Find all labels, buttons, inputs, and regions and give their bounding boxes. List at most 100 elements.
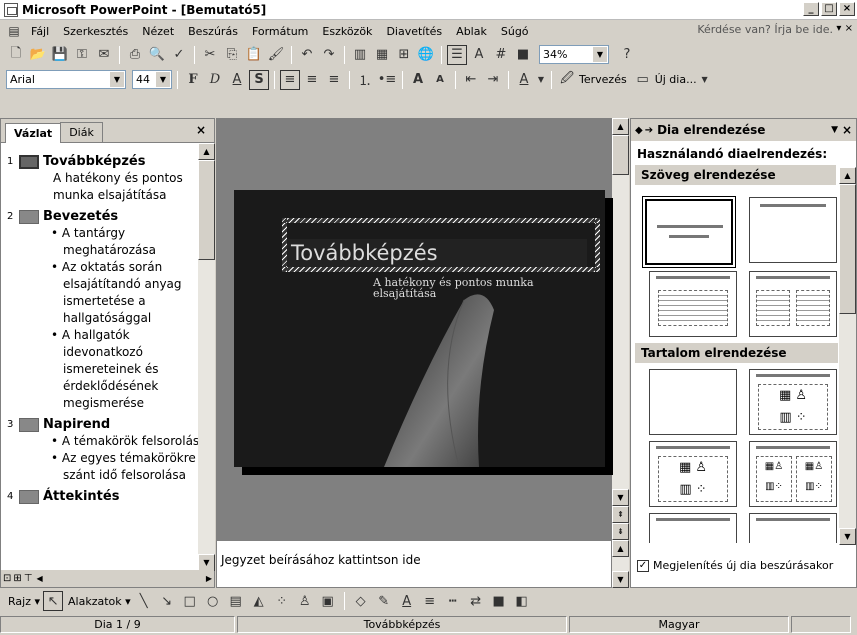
expand-all-icon[interactable]: ☰ [447,44,467,65]
email-icon[interactable]: ✉ [94,45,114,65]
next-slide-icon[interactable]: ⇟ [612,523,629,540]
forward-icon[interactable]: ➔ [645,125,653,136]
title-placeholder-frame[interactable]: Továbbképzés [282,218,600,272]
task-pane-scrollbar[interactable]: ▲ ▼ [839,167,856,545]
scroll-right-icon[interactable]: ▶ [206,574,212,583]
print-icon[interactable]: ⎙ [125,45,145,65]
align-right-icon[interactable]: ≡ [324,70,344,90]
outline-content[interactable]: 1 Továbbképzés A hatékony és pontos munk… [1,143,214,563]
help-icon[interactable]: ? [617,45,637,65]
new-slide-icon[interactable]: ▭ [633,70,653,90]
powerpoint-app-icon[interactable] [4,2,18,17]
color-grayscale-icon[interactable]: ■ [513,45,533,65]
autoshapes-menu-button[interactable]: Alakzatok ▾ [68,595,131,608]
slide-title-text[interactable]: Továbbképzés [287,239,587,267]
save-icon[interactable]: 💾 [50,45,70,65]
close-icon[interactable]: × [842,123,852,137]
scroll-left-icon[interactable]: ◀ [37,574,43,583]
layout-title-slide[interactable] [642,196,736,268]
redo-icon[interactable]: ↷ [319,45,339,65]
scroll-down-icon[interactable]: ▼ [612,571,629,588]
decrease-indent-icon[interactable]: ⇤ [461,70,481,90]
underline-icon[interactable]: A [227,70,247,90]
show-on-insert-option[interactable]: ✓ Megjelenítés új dia beszúrásakor [637,559,833,572]
arrow-style-icon[interactable]: ⇄ [466,591,486,611]
cut-icon[interactable]: ✂ [200,45,220,65]
3d-style-icon[interactable]: ◧ [512,591,532,611]
menu-format[interactable]: Formátum [245,25,315,38]
open-icon[interactable]: 📂 [28,45,48,65]
wordart-icon[interactable]: ◭ [249,591,269,611]
font-color-icon[interactable]: A [514,70,534,90]
checkbox-checked-icon[interactable]: ✓ [637,559,649,572]
textbox-icon[interactable]: ▤ [226,591,246,611]
slide-thumbnail-icon[interactable] [19,154,39,169]
layout-title-two-column-text[interactable] [749,271,837,337]
font-combo[interactable]: Arial ▼ [6,70,126,89]
tables-borders-icon[interactable]: ⊞ [394,45,414,65]
diagram-icon[interactable]: ⁘ [272,591,292,611]
slide[interactable]: Továbbképzés A hatékony és pontos munka … [234,190,605,467]
slide-subtitle-text[interactable]: A hatékony és pontos munka elsajátítása [373,277,573,299]
paste-icon[interactable]: 📋 [244,45,264,65]
layout-title-text[interactable] [649,271,737,337]
increase-font-icon[interactable]: A [408,70,428,90]
menu-window[interactable]: Ablak [449,25,494,38]
hyperlink-icon[interactable]: 🌐 [416,45,436,65]
outline-scrollbar[interactable]: ▲ ▼ [198,143,215,571]
scroll-down-icon[interactable]: ▼ [612,489,629,506]
increase-indent-icon[interactable]: ⇥ [483,70,503,90]
scroll-up-icon[interactable]: ▲ [839,167,856,184]
layout-title-content[interactable]: ▦ ♙ ▥ ⁘ [649,441,737,507]
scroll-up-icon[interactable]: ▲ [612,540,629,557]
chevron-down-icon[interactable]: ▼ [156,72,170,87]
tab-outline[interactable]: Vázlat [5,123,62,143]
design-button[interactable]: Tervezés [579,73,627,86]
outline-slide-1[interactable]: 1 Továbbképzés [7,153,210,170]
scroll-up-icon[interactable]: ▲ [612,118,629,135]
insert-chart-icon[interactable]: ▥ [350,45,370,65]
menu-view[interactable]: Nézet [135,25,181,38]
scroll-thumb[interactable] [198,160,215,260]
new-slide-button[interactable]: Új dia... [655,73,697,86]
line-style-icon[interactable]: ≡ [420,591,440,611]
maximize-button[interactable]: □ [821,2,837,16]
align-center-icon[interactable]: ≡ [302,70,322,90]
picture-icon[interactable]: ▣ [318,591,338,611]
outline-slide-4[interactable]: 4 Áttekintés [7,488,210,505]
draw-menu-button[interactable]: Rajz ▾ [8,595,40,608]
scroll-down-icon[interactable]: ▼ [198,554,215,571]
bold-icon[interactable]: F [183,70,203,90]
slide-thumbnail-icon[interactable] [19,209,39,224]
dash-style-icon[interactable]: ┅ [443,591,463,611]
layout-content[interactable]: ▦ ♙ ▥ ⁘ [749,369,837,435]
italic-icon[interactable]: D [205,70,225,90]
fill-color-icon[interactable]: ◇ [351,591,371,611]
chevron-down-icon[interactable]: ▼ [536,70,546,90]
chevron-down-icon[interactable]: ▼ [110,72,124,87]
ask-question-box[interactable]: Kérdése van? Írja be ide. [687,23,837,39]
bullets-icon[interactable]: •≡ [377,70,397,90]
menu-help[interactable]: Súgó [494,25,536,38]
menu-file[interactable]: Fájl [24,25,56,38]
scroll-thumb[interactable] [839,184,856,314]
document-icon[interactable]: ▤ [4,21,24,41]
scroll-down-icon[interactable]: ▼ [839,528,856,545]
new-icon[interactable]: 🗋 [6,45,26,65]
notes-scrollbar[interactable]: ▲ ▼ [612,540,629,588]
show-grid-icon[interactable]: # [491,45,511,65]
copy-icon[interactable]: ⎘ [222,45,242,65]
oval-icon[interactable]: ○ [203,591,223,611]
shadow-icon[interactable]: S [249,69,269,90]
shadow-style-icon[interactable]: ■ [489,591,509,611]
numbering-icon[interactable]: ⒈ [355,70,375,90]
close-icon[interactable]: × [196,123,206,137]
slide-thumbnail-icon[interactable] [19,489,39,504]
ask-dropdown-arrow[interactable]: ▾ × [836,23,853,34]
toolbar-options-icon[interactable]: ▼ [699,70,711,90]
back-icon[interactable]: ◆ [635,125,643,136]
canvas-scrollbar[interactable]: ▲ ▼ ⇞ ⇟ [612,118,629,540]
layout-title-only[interactable] [749,197,837,263]
layout-title-two-content[interactable] [749,513,837,543]
close-button[interactable]: × [839,2,855,16]
